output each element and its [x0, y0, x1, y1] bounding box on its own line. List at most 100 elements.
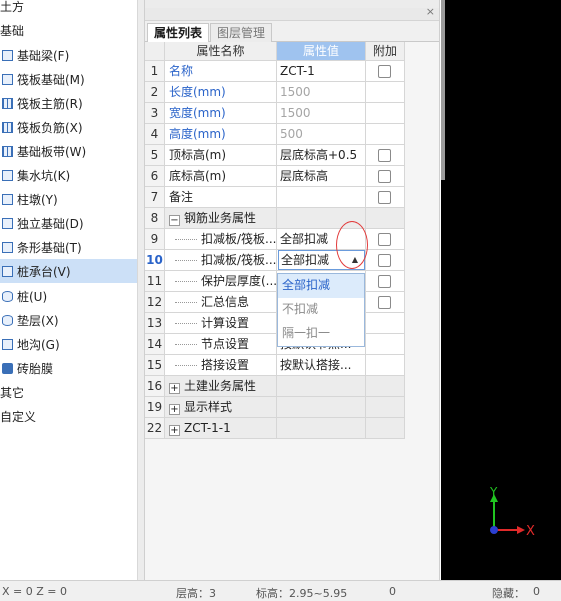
tree-item-pile-cap[interactable]: 桩承台(V): [0, 259, 137, 283]
tree-item-label: 桩(U): [17, 289, 48, 304]
dropdown-option-no-deduct[interactable]: 不扣减: [278, 298, 364, 322]
group-label: 土建业务属性: [184, 379, 257, 393]
row-name-label: 搭接设置: [201, 358, 250, 372]
checkbox[interactable]: [378, 275, 391, 288]
row-index: 5: [145, 145, 165, 166]
tree-item-isolated-footing[interactable]: 独立基础(D): [0, 211, 137, 235]
tree-item-label: 垫层(X): [17, 313, 59, 328]
axis-gizmo: Y X: [489, 485, 535, 539]
row-value[interactable]: ZCT-1: [277, 61, 366, 82]
property-row[interactable]: 2 长度(mm) 1500: [145, 82, 405, 103]
status-hidden-count: 0: [533, 585, 540, 598]
row-value: [277, 397, 366, 418]
tree-item-label: 筏板主筋(R): [17, 96, 83, 111]
component-tree: 土方 基础 基础梁(F) 筏板基础(M) 筏板主筋(R) 筏板负筋(X) 基础板…: [0, 0, 138, 580]
property-row[interactable]: 5 顶标高(m) 层底标高+0.5: [145, 145, 405, 166]
property-row-group[interactable]: 16 + 土建业务属性: [145, 376, 405, 397]
status-zero: 0: [389, 585, 396, 598]
checkbox[interactable]: [378, 254, 391, 267]
row-index: 12: [145, 292, 165, 313]
row-name: − 钢筋业务属性: [165, 208, 277, 229]
row-value[interactable]: 1500: [277, 82, 366, 103]
row-index: 14: [145, 334, 165, 355]
tree-line: [175, 302, 197, 303]
tree-item-raft-foundation[interactable]: 筏板基础(M): [0, 67, 137, 91]
tree-item-foundation[interactable]: 基础: [0, 18, 137, 42]
property-row[interactable]: 13 计算设置: [145, 313, 405, 334]
dropdown-option-alternate-deduct[interactable]: 隔一扣一: [278, 322, 364, 346]
tree-item-label: 集水坑(K): [17, 168, 71, 183]
expand-icon[interactable]: +: [169, 383, 180, 394]
tree-item-custom[interactable]: 自定义: [0, 404, 137, 428]
row-name: 搭接设置: [165, 355, 277, 376]
property-row[interactable]: 3 宽度(mm) 1500: [145, 103, 405, 124]
row-extra: [366, 103, 405, 124]
tab-property-list[interactable]: 属性列表: [147, 23, 210, 42]
header-extra[interactable]: 附加: [366, 42, 405, 61]
checkbox[interactable]: [378, 65, 391, 78]
tree-item-foundation-beam[interactable]: 基础梁(F): [0, 43, 137, 67]
tree-item-sump-pit[interactable]: 集水坑(K): [0, 163, 137, 187]
property-row-group[interactable]: 19 + 显示样式: [145, 397, 405, 418]
property-row[interactable]: 14 节点设置 按默认节点...: [145, 334, 405, 355]
property-row[interactable]: 6 底标高(m) 层底标高: [145, 166, 405, 187]
row-index: 2: [145, 82, 165, 103]
drawing-viewport[interactable]: Y X: [441, 0, 561, 580]
tree-item-label: 砖胎膜: [17, 361, 54, 376]
tree-item-pile[interactable]: 桩(U): [0, 284, 137, 308]
row-value[interactable]: [277, 187, 366, 208]
tree-item-column-pier[interactable]: 柱墩(Y): [0, 187, 137, 211]
tree-item-trench[interactable]: 地沟(G): [0, 332, 137, 356]
row-value[interactable]: 按默认搭接...: [277, 355, 366, 376]
tree-item-brick-mold[interactable]: 砖胎膜: [0, 356, 137, 380]
checkbox[interactable]: [378, 149, 391, 162]
property-row[interactable]: 7 备注: [145, 187, 405, 208]
header-property-value[interactable]: 属性值: [277, 42, 366, 61]
tab-layer-management[interactable]: 图层管理: [210, 23, 273, 42]
row-name: 扣减板/筏板...: [165, 229, 277, 250]
tree-item-label: 条形基础(T): [17, 240, 82, 255]
group-label: ZCT-1-1: [184, 421, 231, 435]
tree-item-raft-main-rebar[interactable]: 筏板主筋(R): [0, 91, 137, 115]
row-value[interactable]: 500: [277, 124, 366, 145]
collapse-icon[interactable]: −: [169, 215, 180, 226]
property-row-group[interactable]: 8 − 钢筋业务属性: [145, 208, 405, 229]
row-value[interactable]: 1500: [277, 103, 366, 124]
checkbox[interactable]: [378, 191, 391, 204]
property-row[interactable]: 12 汇总信息: [145, 292, 405, 313]
group-label: 钢筋业务属性: [184, 211, 257, 225]
header-property-name[interactable]: 属性名称: [165, 42, 277, 61]
tree-item-strip-footing[interactable]: 条形基础(T): [0, 235, 137, 259]
tree-line: [175, 323, 197, 324]
tree-item-earthwork[interactable]: 土方: [0, 0, 137, 18]
tree-item-cushion[interactable]: 垫层(X): [0, 308, 137, 332]
close-icon[interactable]: ×: [426, 5, 435, 18]
property-row[interactable]: 4 高度(mm) 500: [145, 124, 405, 145]
row-name-label: 节点设置: [201, 337, 250, 351]
row-name: 节点设置: [165, 334, 277, 355]
combobox-value: 全部扣减: [281, 253, 330, 267]
property-row[interactable]: 11 保护层厚度(...: [145, 271, 405, 292]
checkbox[interactable]: [378, 170, 391, 183]
expand-icon[interactable]: +: [169, 404, 180, 415]
tree-item-other[interactable]: 其它: [0, 380, 137, 404]
tree-item-slab-strip[interactable]: 基础板带(W): [0, 139, 137, 163]
row-extra: [366, 418, 405, 439]
x-axis-label: X: [526, 524, 535, 539]
dropdown-option-all-deduct[interactable]: 全部扣减: [278, 274, 364, 298]
trench-icon: [2, 338, 13, 350]
row-name: + 显示样式: [165, 397, 277, 418]
row-value[interactable]: 层底标高: [277, 166, 366, 187]
checkbox[interactable]: [378, 296, 391, 309]
expand-icon[interactable]: +: [169, 425, 180, 436]
row-value[interactable]: 层底标高+0.5: [277, 145, 366, 166]
property-row[interactable]: 15 搭接设置 按默认搭接...: [145, 355, 405, 376]
checkbox[interactable]: [378, 233, 391, 246]
property-row[interactable]: 1 名称 ZCT-1: [145, 61, 405, 82]
tree-item-label: 基础板带(W): [17, 144, 87, 159]
tree-item-raft-neg-rebar[interactable]: 筏板负筋(X): [0, 115, 137, 139]
property-row-group[interactable]: 22 + ZCT-1-1: [145, 418, 405, 439]
row-index: 16: [145, 376, 165, 397]
tree-item-label: 其它: [0, 385, 25, 400]
row-value: [277, 418, 366, 439]
